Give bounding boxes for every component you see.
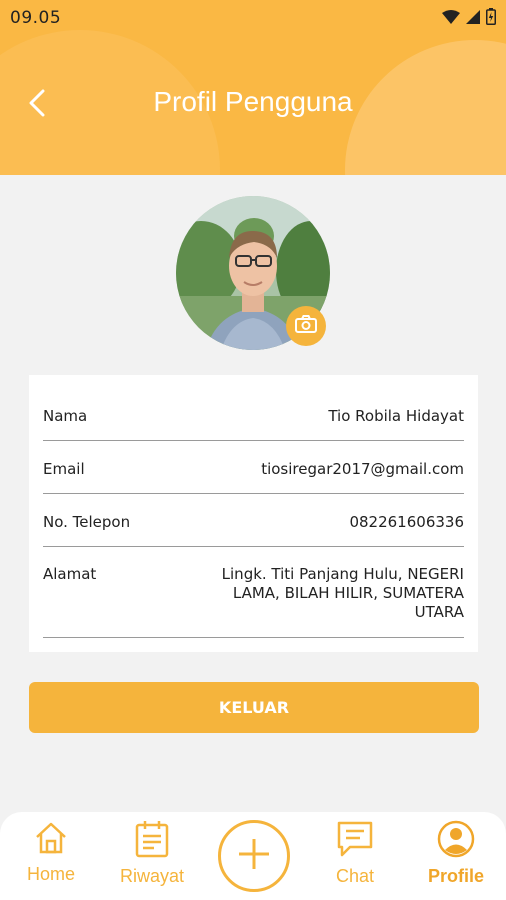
nav-item-home[interactable]: Home <box>20 820 82 885</box>
clipboard-icon <box>134 820 170 862</box>
nav-item-riwayat[interactable]: Riwayat <box>112 820 192 887</box>
plus-icon <box>237 837 271 875</box>
profile-row-address: Alamat Lingk. Titi Panjang Hulu, NEGERI … <box>43 565 464 638</box>
field-label: Alamat <box>43 565 97 583</box>
field-value: tiosiregar2017@gmail.com <box>261 460 464 478</box>
user-circle-icon <box>437 820 475 862</box>
address-line: Lingk. Titi Panjang Hulu, NEGERI <box>221 565 464 583</box>
field-value: 082261606336 <box>349 513 464 531</box>
wifi-icon <box>442 9 460 24</box>
address-line: LAMA, BILAH HILIR, SUMATERA <box>232 584 464 602</box>
profile-row-phone: No. Telepon 082261606336 <box>43 513 464 547</box>
profile-card: Nama Tio Robila Hidayat Email tiosiregar… <box>29 375 478 652</box>
home-icon <box>33 820 69 860</box>
nav-label: Riwayat <box>119 866 185 886</box>
nav-item-chat[interactable]: Chat <box>325 820 385 887</box>
field-label: Nama <box>43 407 88 425</box>
logout-button[interactable]: KELUAR <box>29 682 479 733</box>
page-title: Profil Pengguna <box>153 86 353 117</box>
nav-label: Chat <box>335 866 375 886</box>
chat-icon <box>336 820 374 862</box>
battery-icon <box>486 8 496 25</box>
nav-label: Home <box>26 864 75 884</box>
add-button[interactable] <box>218 820 290 892</box>
field-label: Email <box>43 460 85 478</box>
bottom-nav: Home Riwayat Chat Profile <box>0 812 506 900</box>
camera-icon <box>295 315 317 337</box>
status-time: 09.05 <box>10 8 62 28</box>
nav-item-profile[interactable]: Profile <box>418 820 494 887</box>
avatar-container <box>176 196 330 350</box>
status-bar: 09.05 <box>0 0 506 34</box>
status-icons <box>442 8 496 25</box>
signal-icon <box>466 9 480 24</box>
address-line: UTARA <box>414 603 464 621</box>
field-value: Tio Robila Hidayat <box>328 407 464 425</box>
profile-row-email: Email tiosiregar2017@gmail.com <box>43 460 464 494</box>
field-value: Lingk. Titi Panjang Hulu, NEGERI LAMA, B… <box>222 565 464 622</box>
profile-row-name: Nama Tio Robila Hidayat <box>43 407 464 441</box>
nav-label: Profile <box>427 866 484 886</box>
field-label: No. Telepon <box>43 513 131 531</box>
change-photo-button[interactable] <box>286 306 326 346</box>
